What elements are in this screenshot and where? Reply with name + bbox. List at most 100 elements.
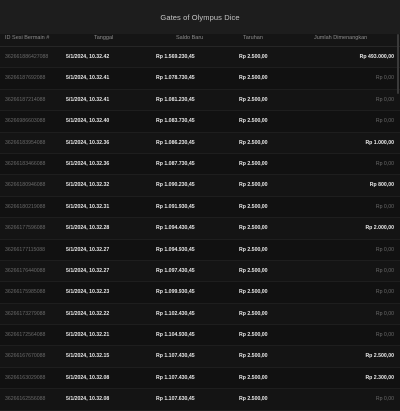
table-row[interactable]: 362661764400​88 5/1/2024, 10.32.27 Rp 1.09…	[0, 260, 400, 283]
cell-new-balance: Rp 1.087.730,45	[156, 160, 195, 167]
header-date: Tanggal	[94, 35, 114, 41]
table-row[interactable]: 362661802190​88 5/1/2024, 10.32.31 Rp 1.09…	[0, 196, 400, 219]
cell-session-id: 362661759850​88	[5, 289, 46, 296]
window-titlebar: Gates of Olympus Dice	[0, 0, 400, 34]
table-row[interactable]: 362669866030​88 5/1/2024, 10.32.40 Rp 1.08…	[0, 111, 400, 133]
cell-new-balance: Rp 1.102.430,45	[156, 310, 195, 317]
cell-new-balance: Rp 1.081.230,45	[156, 96, 195, 103]
header-session-id: ID Sesi Bermain #	[5, 35, 50, 41]
cell-new-balance: Rp 1.569.230,45	[156, 54, 195, 60]
cell-new-balance: Rp 1.078.730,45	[156, 75, 195, 82]
cell-bet: Rp 2.500,00	[239, 267, 268, 274]
cell-date: 5/1/2024, 10.32.36	[66, 139, 110, 146]
cell-date: 5/1/2024, 10.32.41	[66, 96, 110, 103]
cell-date: 5/1/2024, 10.32.41	[66, 75, 110, 82]
table-row[interactable]: 362661630290​88 5/1/2024, 10.32.08 Rp 1.10…	[0, 367, 400, 390]
cell-bet: Rp 2.500,00	[239, 203, 268, 210]
cell-bet: Rp 2.500,00	[239, 246, 268, 253]
cell-new-balance: Rp 1.107.430,45	[156, 374, 195, 381]
cell-date: 5/1/2024, 10.32.08	[66, 374, 110, 381]
cell-session-id: 362661775960​88	[5, 225, 46, 232]
cell-new-balance: Rp 1.099.930,45	[156, 289, 195, 296]
cell-bet: Rp 2.500,00	[239, 289, 268, 296]
cell-session-id: 362661732790​88	[5, 310, 46, 317]
table-row[interactable]: 362661834660​88 5/1/2024, 10.32.36 Rp 1.08…	[0, 153, 400, 176]
cell-new-balance: Rp 1.086.230,45	[156, 139, 195, 146]
cell-amount-won: Rp 0,00	[375, 118, 394, 125]
cell-amount-won: Rp 800,00	[369, 182, 394, 189]
cell-new-balance: Rp 1.094.430,45	[156, 225, 195, 232]
cell-new-balance: Rp 1.090.230,45	[156, 182, 195, 189]
cell-session-id: 362661872140​88	[5, 96, 46, 103]
cell-bet: Rp 2.500,00	[239, 75, 268, 82]
cell-new-balance: Rp 1.104.930,45	[156, 332, 195, 339]
cell-amount-won: Rp 2.500,00	[365, 353, 394, 360]
cell-amount-won: Rp 0,00	[375, 96, 394, 103]
cell-date: 5/1/2024, 10.32.22	[66, 310, 110, 317]
cell-new-balance: Rp 1.091.930,45	[156, 203, 195, 210]
table-row[interactable]: 3626618864270​88 5/1/2024, 10.32.42 Rp 1.5…	[0, 47, 400, 69]
cell-session-id: 3626618864270​88	[5, 54, 49, 60]
cell-date: 5/1/2024, 10.32.42	[66, 54, 110, 60]
table-row[interactable]: 362661876920​88 5/1/2024, 10.32.41 Rp 1.07…	[0, 68, 400, 90]
table-row[interactable]: 362661775960​88 5/1/2024, 10.32.28 Rp 1.09…	[0, 218, 400, 240]
cell-bet: Rp 2.500,00	[239, 332, 268, 339]
cell-bet: Rp 2.500,00	[239, 374, 268, 381]
cell-session-id: 362661764400​88	[5, 267, 46, 274]
table-header: ID Sesi Bermain # Tanggal Saldo Baru Tar…	[0, 34, 400, 47]
cell-date: 5/1/2024, 10.32.28	[66, 225, 110, 232]
cell-bet: Rp 2.500,00	[239, 396, 268, 403]
cell-bet: Rp 2.500,00	[239, 54, 268, 60]
cell-date: 5/1/2024, 10.32.21	[66, 332, 110, 339]
cell-session-id: 362661834660​88	[5, 160, 46, 167]
table-row[interactable]: 362661839540​88 5/1/2024, 10.32.36 Rp 1.08…	[0, 132, 400, 154]
table-body: 3626618864270​88 5/1/2024, 10.32.42 Rp 1.5…	[0, 47, 400, 411]
cell-amount-won: Rp 493.000,00	[359, 54, 394, 60]
cell-amount-won: Rp 0,00	[375, 160, 394, 167]
window-title: Gates of Olympus Dice	[160, 12, 240, 22]
cell-amount-won: Rp 0,00	[375, 203, 394, 210]
cell-amount-won: Rp 2.300,00	[365, 374, 394, 381]
cell-new-balance: Rp 1.083.730,45	[156, 118, 195, 125]
cell-bet: Rp 2.500,00	[239, 160, 268, 167]
table-row[interactable]: 362661759850​88 5/1/2024, 10.32.23 Rp 1.09…	[0, 282, 400, 304]
cell-date: 5/1/2024, 10.32.23	[66, 289, 110, 296]
cell-new-balance: Rp 1.107.630,45	[156, 396, 195, 403]
table-row[interactable]: 362661809460​88 5/1/2024, 10.32.32 Rp 1.09…	[0, 175, 400, 197]
header-amount-won: Jumlah Dimenangkan	[314, 35, 368, 41]
cell-date: 5/1/2024, 10.32.40	[66, 118, 110, 125]
cell-session-id: 362661625560​88	[5, 396, 46, 403]
table-row[interactable]: 362661732790​88 5/1/2024, 10.32.22 Rp 1.10…	[0, 303, 400, 326]
cell-amount-won: Rp 0,00	[375, 289, 394, 296]
cell-session-id: 362661809460​88	[5, 182, 46, 189]
table-row[interactable]: 362661872140​88 5/1/2024, 10.32.41 Rp 1.08…	[0, 89, 400, 112]
cell-bet: Rp 2.500,00	[239, 139, 268, 146]
cell-bet: Rp 2.500,00	[239, 96, 268, 103]
cell-amount-won: Rp 2.000,00	[365, 225, 394, 232]
scrollbar-thumb[interactable]	[397, 34, 399, 94]
cell-bet: Rp 2.500,00	[239, 182, 268, 189]
cell-session-id: 362661725640​88	[5, 332, 46, 339]
cell-session-id: 362661802190​88	[5, 203, 46, 210]
cell-amount-won: Rp 0,00	[375, 310, 394, 317]
cell-date: 5/1/2024, 10.32.36	[66, 160, 110, 167]
cell-date: 5/1/2024, 10.32.31	[66, 203, 110, 210]
header-bet: Taruhan	[243, 35, 263, 41]
cell-session-id: 362661676700​88	[5, 353, 46, 360]
table-row[interactable]: 362661725640​88 5/1/2024, 10.32.21 Rp 1.10…	[0, 325, 400, 347]
cell-bet: Rp 2.500,00	[239, 353, 268, 360]
cell-session-id: 362669866030​88	[5, 118, 46, 125]
cell-amount-won: Rp 0,00	[375, 332, 394, 339]
cell-date: 5/1/2024, 10.32.27	[66, 267, 110, 274]
cell-session-id: 362661876920​88	[5, 75, 46, 82]
cell-bet: Rp 2.500,00	[239, 225, 268, 232]
cell-bet: Rp 2.500,00	[239, 118, 268, 125]
cell-session-id: 362661771150​88	[5, 246, 46, 253]
cell-amount-won: Rp 1.000,00	[365, 139, 394, 146]
cell-bet: Rp 2.500,00	[239, 310, 268, 317]
game-history-table: ID Sesi Bermain # Tanggal Saldo Baru Tar…	[0, 34, 400, 411]
cell-date: 5/1/2024, 10.32.32	[66, 182, 110, 189]
table-row[interactable]: 362661676700​88 5/1/2024, 10.32.15 Rp 1.10…	[0, 346, 400, 368]
table-row[interactable]: 362661771150​88 5/1/2024, 10.32.27 Rp 1.09…	[0, 239, 400, 261]
cell-amount-won: Rp 0,00	[375, 267, 394, 274]
